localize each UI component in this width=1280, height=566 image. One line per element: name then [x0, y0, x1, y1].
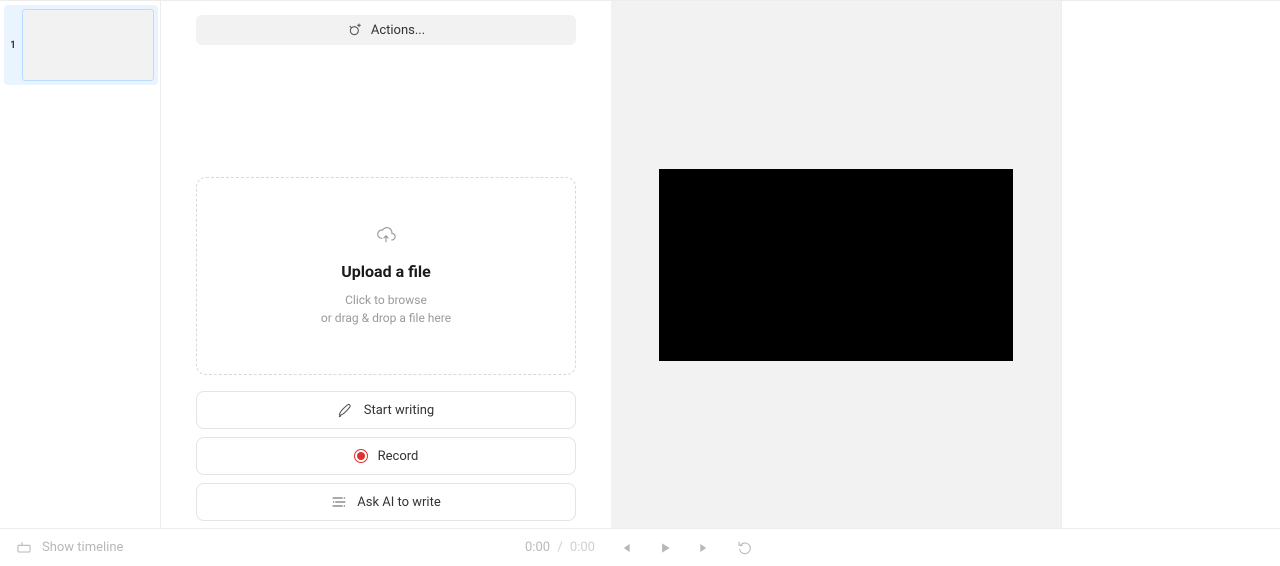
ask-ai-label: Ask AI to write	[357, 495, 441, 510]
ask-ai-button[interactable]: Ask AI to write	[196, 483, 576, 521]
current-time: 0:00	[525, 540, 550, 555]
loop-button[interactable]	[735, 538, 755, 558]
cloud-upload-icon	[376, 226, 396, 244]
skip-back-button[interactable]	[615, 538, 635, 558]
preview-panel	[611, 1, 1062, 528]
record-button[interactable]: Record	[196, 437, 576, 475]
bottom-bar: Show timeline 0:00 / 0:00	[0, 528, 1280, 566]
filter-icon	[331, 494, 347, 510]
scene-thumbnail	[22, 9, 154, 81]
start-writing-label: Start writing	[364, 403, 434, 418]
skip-forward-button[interactable]	[695, 538, 715, 558]
upload-title: Upload a file	[341, 262, 431, 281]
start-writing-button[interactable]: Start writing	[196, 391, 576, 429]
playback-time: 0:00 / 0:00	[525, 540, 595, 555]
upload-hint: Click to browse or drag & drop a file he…	[321, 291, 451, 327]
actions-label: Actions...	[371, 23, 425, 38]
editor-column: Actions... Upload a file Click to browse…	[161, 1, 611, 528]
scene-item-1[interactable]: 1	[4, 5, 158, 85]
record-label: Record	[378, 449, 419, 464]
pen-icon	[338, 402, 354, 418]
upload-dropzone[interactable]: Upload a file Click to browse or drag & …	[196, 177, 576, 375]
duration: 0:00	[570, 540, 595, 555]
sparkle-icon	[347, 22, 363, 38]
scene-panel: 1	[0, 1, 161, 528]
show-timeline-label: Show timeline	[42, 540, 123, 555]
timeline-icon	[16, 540, 32, 556]
actions-button[interactable]: Actions...	[196, 15, 576, 45]
show-timeline-button[interactable]: Show timeline	[16, 540, 123, 556]
video-preview[interactable]	[659, 169, 1013, 361]
play-button[interactable]	[655, 538, 675, 558]
right-gutter	[1062, 1, 1280, 528]
scene-number: 1	[8, 40, 18, 51]
record-icon	[354, 449, 368, 463]
